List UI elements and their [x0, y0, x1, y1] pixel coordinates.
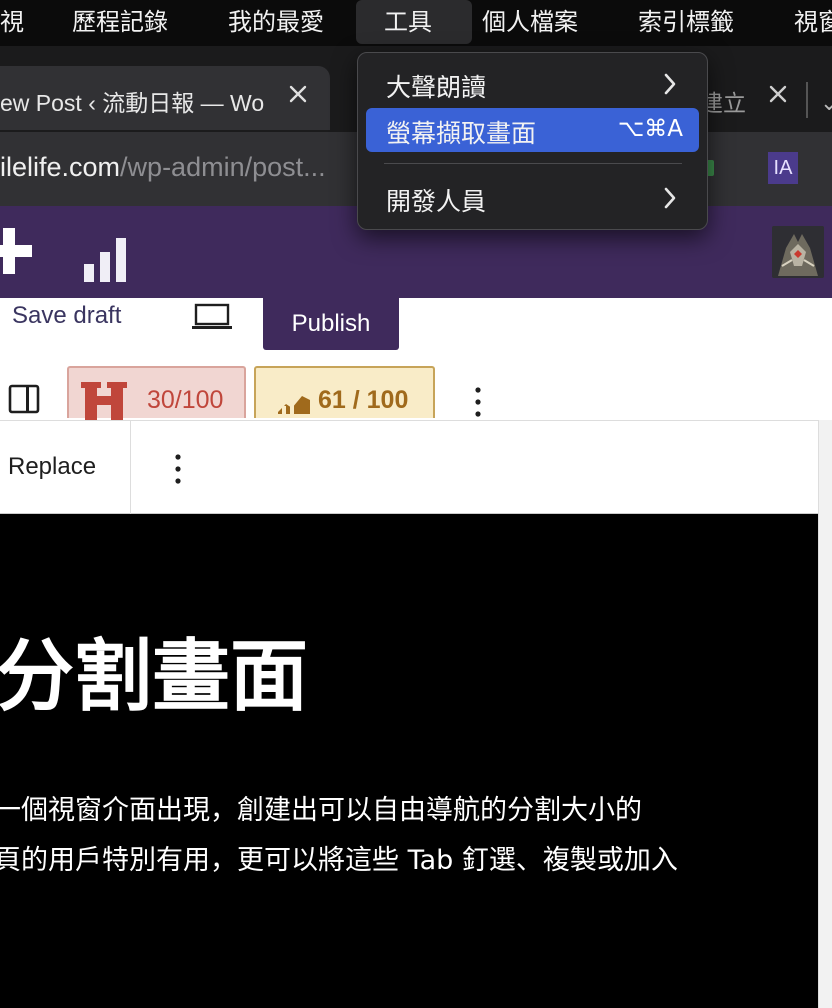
tab-title: ew Post ‹ 流動日報 — Wo: [0, 84, 264, 118]
url-host: ilelife.com: [0, 152, 120, 182]
preview-icon[interactable]: [190, 302, 234, 332]
tab-list-icon[interactable]: ⌄: [820, 90, 832, 116]
menu-profiles[interactable]: 個人檔案: [482, 0, 578, 46]
scrollbar[interactable]: [818, 420, 832, 1008]
menu-item-screenshot[interactable]: 螢幕擷取畫面 ⌥⌘A: [366, 108, 699, 152]
menu-window[interactable]: 視窗: [794, 0, 832, 46]
menu-item-label: 開發人員: [386, 182, 486, 218]
menu-separator: [384, 163, 682, 164]
tab-second[interactable]: 建立: [700, 66, 810, 130]
url-path: /wp-admin/post...: [120, 152, 326, 182]
url-field[interactable]: ilelife.com/wp-admin/post...: [0, 152, 326, 183]
publish-button[interactable]: Publish: [263, 298, 399, 350]
chevron-right-icon: [663, 72, 677, 96]
save-draft-button[interactable]: Save draft: [12, 302, 121, 330]
menu-view[interactable]: 視: [0, 0, 24, 46]
menu-tabs[interactable]: 索引標籤: [638, 0, 734, 46]
menu-item-read-aloud[interactable]: 大聲朗讀: [366, 62, 699, 106]
post-content[interactable]: 分割畫面 一個視窗介面出現，創建出可以自由導航的分割大小的 頁的用戶特別有用，更…: [0, 514, 818, 1008]
block-toolbar: Replace: [0, 420, 818, 514]
seo-score: 61 / 100: [318, 386, 408, 415]
menu-tools[interactable]: 工具: [356, 0, 472, 44]
avatar-image: [772, 226, 824, 278]
post-paragraph-line[interactable]: 一個視窗介面出現，創建出可以自由導航的分割大小的: [0, 788, 642, 827]
replace-button[interactable]: Replace: [8, 453, 96, 481]
sidebar-toggle-icon[interactable]: [8, 384, 40, 414]
tools-menu: 大聲朗讀 螢幕擷取畫面 ⌥⌘A 開發人員: [357, 52, 708, 230]
menu-history[interactable]: 歷程記錄: [72, 0, 168, 46]
more-options-icon[interactable]: [466, 384, 490, 420]
stats-icon[interactable]: [82, 234, 130, 282]
menu-item-developer[interactable]: 開發人員: [366, 176, 699, 220]
post-heading[interactable]: 分割畫面: [0, 614, 308, 726]
keyboard-shortcut: ⌥⌘A: [618, 116, 683, 142]
toolbar-divider: [130, 421, 131, 515]
block-options-icon[interactable]: [168, 451, 188, 487]
editor-header: Save draft Publish 30/100 61 / 100: [0, 298, 832, 420]
post-paragraph-line[interactable]: 頁的用戶特別有用，更可以將這些 Tab 釘選、複製或加入: [0, 838, 678, 877]
headline-h-icon: [81, 380, 127, 422]
tab-new-post[interactable]: ew Post ‹ 流動日報 — Wo: [0, 66, 330, 130]
menu-item-label: 大聲朗讀: [386, 68, 486, 104]
avatar[interactable]: [772, 226, 824, 278]
headline-score-badge[interactable]: 30/100: [67, 366, 246, 418]
tab-separator: [806, 82, 808, 118]
seo-score-badge[interactable]: 61 / 100: [254, 366, 435, 418]
plus-icon[interactable]: [0, 228, 32, 274]
close-icon[interactable]: [284, 80, 312, 108]
chevron-right-icon: [663, 186, 677, 210]
extension-ia-button[interactable]: IA: [768, 152, 798, 184]
headline-score: 30/100: [147, 386, 223, 415]
menu-bar: 視 歷程記錄 我的最愛 工具 個人檔案 索引標籤 視窗: [0, 0, 832, 46]
close-icon[interactable]: [764, 80, 792, 108]
seo-chart-icon: [276, 392, 312, 414]
menu-favorites[interactable]: 我的最愛: [228, 0, 324, 46]
menu-item-label: 螢幕擷取畫面: [386, 114, 536, 150]
